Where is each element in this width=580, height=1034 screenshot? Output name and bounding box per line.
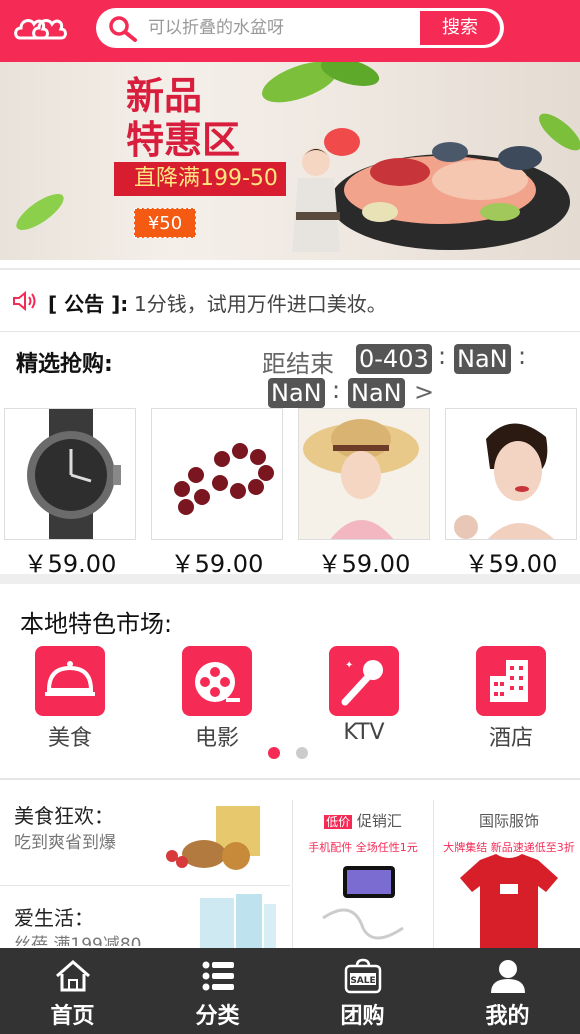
search-button[interactable]: 搜索 <box>420 11 500 45</box>
local-item-label: KTV <box>343 720 385 745</box>
microphone-icon[interactable]: ✦ <box>329 646 399 716</box>
food-cloche-icon[interactable] <box>35 646 105 716</box>
countdown-separator: : <box>518 342 527 370</box>
snack-basket-image <box>166 806 260 870</box>
product-image[interactable] <box>445 408 577 540</box>
search-bar: 搜索 <box>96 8 504 48</box>
promo-food-card[interactable]: 美食狂欢： 吃到爽省到爆 <box>0 790 290 886</box>
local-item-label: 美食 <box>47 726 92 751</box>
bracelet-image <box>174 443 274 515</box>
tab-label: 分类 <box>195 1004 240 1029</box>
local-item-movie[interactable]: 电影 <box>182 646 252 752</box>
tab-label: 首页 <box>50 1004 95 1029</box>
promo-clothing-card[interactable]: 国际服饰 大牌集结 新品速递低至3折 <box>438 800 580 952</box>
flash-sale-title: 精选抢购: <box>16 352 113 377</box>
list-icon <box>202 961 234 991</box>
local-market-pagination <box>268 744 322 763</box>
promo-head: 低价 促销汇 <box>293 810 433 831</box>
tab-label: 团购 <box>340 1004 385 1029</box>
tab-mine[interactable]: 我的 <box>435 948 580 1034</box>
local-dot[interactable] <box>296 747 308 759</box>
countdown-separator: : <box>332 376 341 404</box>
tab-group-buy[interactable]: SALE 团购 <box>290 948 435 1034</box>
local-market-title: 本地特色市场: <box>20 610 173 638</box>
countdown-days: 0-403 <box>356 344 432 374</box>
countdown-minutes: NaN <box>268 378 325 408</box>
film-reel-icon[interactable] <box>182 646 252 716</box>
local-item-label: 电影 <box>194 726 239 751</box>
svg-text:SALE: SALE <box>350 976 375 986</box>
svg-text:✦: ✦ <box>345 660 353 671</box>
countdown-seconds: NaN <box>348 378 405 408</box>
user-icon <box>490 960 525 993</box>
local-item-hotel[interactable]: 酒店 <box>476 646 546 752</box>
product-card-portrait[interactable]: ￥59.00 <box>445 408 577 578</box>
promo-heading: 促销汇 <box>356 812 402 830</box>
sun-hat-woman-image <box>299 409 429 539</box>
watch-image <box>27 409 121 539</box>
promo-sale-card[interactable]: 低价 促销汇 手机配件 全场任性1元 <box>292 800 434 950</box>
search-icon <box>109 16 137 42</box>
product-image[interactable] <box>151 408 283 540</box>
promo-tag: 低价 <box>324 815 353 829</box>
promo-subtitle: 丝蓓 满199减80 <box>14 935 142 946</box>
flash-sale-products: ￥59.00 ￥59.00 ￥59.00 ￥59.00 <box>0 408 580 578</box>
local-item-label: 酒店 <box>488 726 533 751</box>
countdown-hours: NaN <box>454 344 511 374</box>
local-dot-active[interactable] <box>268 747 280 759</box>
model-portrait-image <box>446 409 576 539</box>
promo-subtitle: 吃到爽省到爆 <box>14 833 116 853</box>
banner-artwork <box>16 62 580 252</box>
section-divider <box>0 778 580 780</box>
countdown-label: 距结束 <box>262 350 334 378</box>
bottom-tab-bar: 首页 分类 SALE 团购 我的 <box>0 948 580 1034</box>
search-input[interactable] <box>148 8 416 48</box>
promo-banner[interactable]: 新品 特惠区 直降满199-50 ¥50 <box>0 62 580 260</box>
notice-bar[interactable]: [ 公告 ]: 1分钱，试用万件进口美妆。 <box>0 268 580 332</box>
tab-label: 我的 <box>485 1004 530 1029</box>
local-item-food[interactable]: 美食 <box>35 646 105 752</box>
shampoo-bottles-image <box>200 894 276 954</box>
section-divider <box>0 574 580 584</box>
notice-text: 1分钱，试用万件进口美妆。 <box>134 292 387 316</box>
banner-title: 新品 特惠区 <box>126 74 241 162</box>
product-card-watch[interactable]: ￥59.00 <box>4 408 136 578</box>
hotel-building-icon[interactable] <box>476 646 546 716</box>
banner-slogan: 直降满199-50 <box>114 162 286 196</box>
tab-home[interactable]: 首页 <box>0 948 145 1034</box>
promo-left-column: 美食狂欢： 吃到爽省到爆 爱生活： 丝蓓 满199减80 <box>0 790 290 954</box>
promo-title: 美食狂欢： <box>14 804 114 828</box>
promo-life-card[interactable]: 爱生活： 丝蓓 满199减80 <box>0 886 290 954</box>
product-card-bracelet[interactable]: ￥59.00 <box>151 408 283 578</box>
countdown-separator: : <box>438 342 447 370</box>
product-image[interactable] <box>4 408 136 540</box>
top-header: 搜索 <box>0 0 580 62</box>
phone-accessories-image <box>322 866 404 940</box>
product-card-sun-hat[interactable]: ￥59.00 <box>298 408 430 578</box>
countdown-more-arrow[interactable]: > <box>414 378 434 406</box>
sale-bag-icon: SALE <box>344 958 381 994</box>
speaker-icon <box>13 290 36 312</box>
banner-coupon: ¥50 <box>134 208 196 238</box>
tab-category[interactable]: 分类 <box>145 948 290 1034</box>
promo-title: 爱生活： <box>14 906 94 930</box>
logo-icon[interactable] <box>14 12 68 46</box>
home-icon <box>55 960 90 992</box>
local-item-ktv[interactable]: ✦ KTV <box>329 646 399 745</box>
notice-label: [ 公告 ]: <box>48 292 129 316</box>
red-tshirt-image <box>460 854 558 952</box>
promo-heading: 国际服饰 <box>478 812 539 830</box>
product-image[interactable] <box>298 408 430 540</box>
promo-note: 手机配件 全场任性1元 <box>308 841 418 854</box>
